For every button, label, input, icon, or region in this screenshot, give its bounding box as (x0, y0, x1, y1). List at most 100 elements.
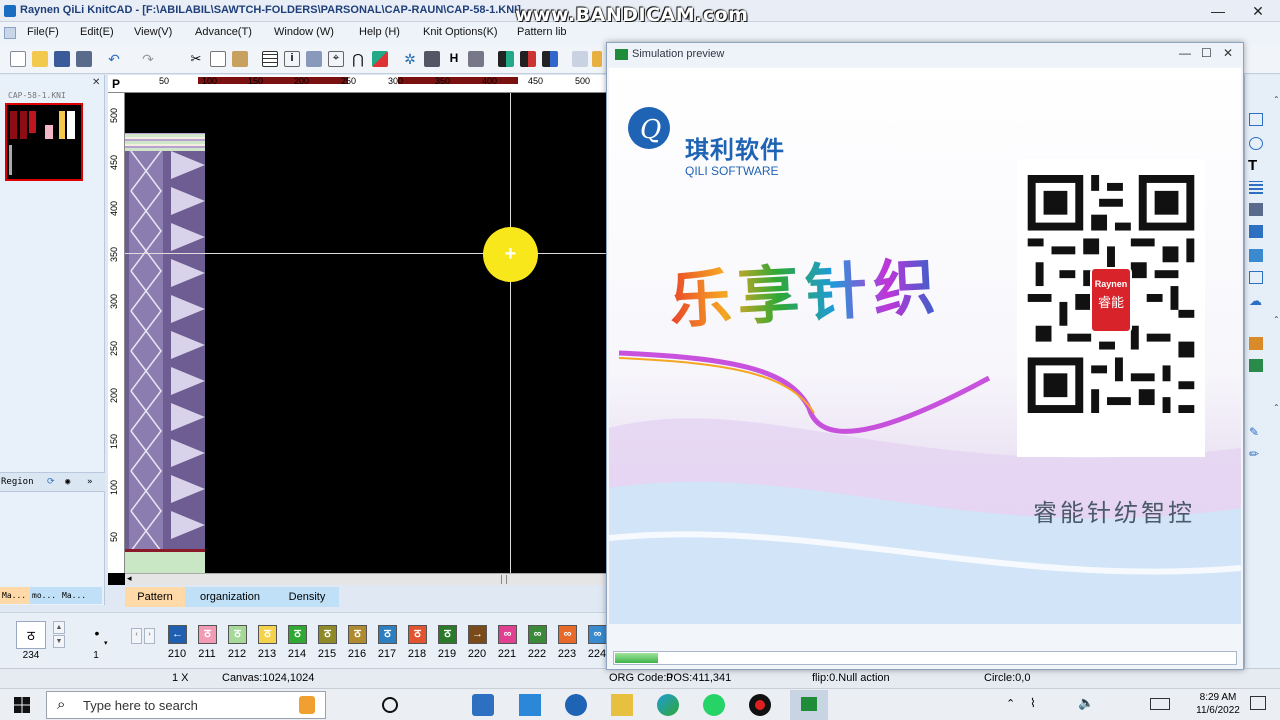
dialog-close-button[interactable]: ✕ (1223, 46, 1233, 60)
info-icon[interactable]: i (284, 51, 300, 67)
dialog-maximize-button[interactable]: ☐ (1201, 46, 1212, 60)
grid-icon[interactable] (262, 51, 278, 67)
stitch-swatch-211[interactable]: ठ (198, 625, 217, 644)
document-icon[interactable] (4, 27, 16, 39)
palette-tool-icon[interactable] (1249, 337, 1263, 350)
tab-organization[interactable]: organization (185, 587, 275, 607)
new-file-icon[interactable] (10, 51, 26, 67)
undo-icon[interactable]: ↶ (106, 51, 122, 67)
layer-red-icon[interactable] (520, 51, 536, 67)
windows-start-icon[interactable] (14, 697, 30, 713)
menu-knit-options[interactable]: Knit Options(K) (423, 26, 498, 38)
stitch-swatch-224[interactable]: ∞ (588, 625, 607, 644)
whatsapp-icon[interactable] (703, 694, 725, 716)
measure-icon[interactable] (306, 51, 322, 67)
pattern-thumbnail[interactable] (5, 103, 83, 181)
stitch-swatch-220[interactable]: → (468, 625, 487, 644)
dialog-title-bar[interactable]: Simulation preview — ☐ ✕ (607, 43, 1243, 67)
menu-edit[interactable]: Edit(E) (80, 26, 114, 38)
store-icon[interactable] (472, 694, 494, 716)
network-icon[interactable]: ⌇ (1030, 696, 1036, 710)
left-tab-1[interactable]: Ma... (0, 587, 30, 604)
document-tool-icon[interactable] (572, 51, 588, 67)
fill-tool-icon[interactable] (1249, 203, 1263, 216)
pick-tool-icon[interactable]: ✎ (1249, 425, 1263, 439)
palette-prev-icon[interactable]: ‹ (131, 628, 142, 644)
menu-view[interactable]: View(V) (134, 26, 172, 38)
current-stitch-swatch[interactable]: ठ (16, 621, 46, 649)
knitcad-taskbar-icon[interactable] (790, 690, 828, 720)
mail-icon[interactable] (519, 694, 541, 716)
stitch-swatch-218[interactable]: ठ (408, 625, 427, 644)
mirror-tool-icon[interactable] (1249, 225, 1263, 238)
volume-icon[interactable]: 🔈 (1078, 695, 1094, 711)
stitch-swatch-219[interactable]: ठ (438, 625, 457, 644)
stitch-swatch-222[interactable]: ∞ (528, 625, 547, 644)
stitch-swatch-210[interactable]: ← (168, 625, 187, 644)
minimize-button[interactable]: — (1198, 0, 1238, 22)
arch-icon[interactable]: ⋂ (350, 51, 366, 67)
lasso-tool-icon[interactable]: ☁ (1249, 293, 1263, 308)
left-tab-2[interactable]: mo... (30, 587, 60, 604)
layer-icon[interactable] (498, 51, 514, 67)
tray-chevron-icon[interactable]: ⌃ (1006, 697, 1015, 710)
rotate-icon[interactable] (424, 51, 440, 67)
dialog-minimize-button[interactable]: — (1179, 46, 1191, 60)
h-tool-icon[interactable]: H (446, 51, 462, 67)
menu-window[interactable]: Window (W) (274, 26, 334, 38)
stitch-swatch-214[interactable]: ठ (288, 625, 307, 644)
stitch-swatch-223[interactable]: ∞ (558, 625, 577, 644)
color-tool-icon[interactable] (372, 51, 388, 67)
collapse-arrow-icon-2[interactable]: ⌃ (1273, 315, 1280, 324)
qili-app-icon[interactable] (565, 694, 587, 716)
stitch-swatch-212[interactable]: ठ (228, 625, 247, 644)
save-all-icon[interactable] (76, 51, 92, 67)
stitch-swatch-216[interactable]: ठ (348, 625, 367, 644)
collapse-arrow-icon-3[interactable]: ⌃ (1273, 403, 1280, 412)
text-tool-icon[interactable]: T (1248, 157, 1262, 174)
lock-icon[interactable] (468, 51, 484, 67)
save-icon[interactable] (54, 51, 70, 67)
horizontal-scrollbar[interactable]: ◂ (125, 573, 606, 585)
close-panel-icon[interactable]: ✕ (92, 77, 100, 88)
left-tab-3[interactable]: Ma... (60, 587, 102, 604)
menu-file[interactable]: File(F) (27, 26, 59, 38)
ellipse-tool-icon[interactable] (1249, 137, 1263, 150)
spin-up-icon[interactable]: ▲ (53, 621, 65, 634)
tab-density[interactable]: Density (275, 587, 339, 607)
palette-next-icon[interactable]: › (144, 628, 155, 644)
stitch-swatch-217[interactable]: ठ (378, 625, 397, 644)
pen-tool-icon[interactable]: ✏ (1249, 447, 1263, 461)
copy-icon[interactable] (210, 51, 226, 67)
open-folder-icon[interactable] (32, 51, 48, 67)
refresh-icon[interactable]: ⟳ (47, 477, 55, 487)
layer-blue-icon[interactable] (542, 51, 558, 67)
menu-help[interactable]: Help (H) (359, 26, 400, 38)
keyboard-icon[interactable] (1150, 698, 1170, 710)
menu-pattern-lib[interactable]: Pattern lib (517, 26, 567, 38)
close-window-button[interactable]: ✕ (1238, 0, 1278, 22)
frame-tool-icon[interactable] (1249, 271, 1263, 284)
dropdown-icon[interactable]: ▾ (104, 639, 108, 647)
spin-down-icon[interactable]: ▼ (53, 635, 65, 648)
system-clock[interactable]: 8:29 AM 11/6/2022 (1194, 691, 1242, 717)
taskbar-search-box[interactable]: ⌕ Type here to search (46, 691, 326, 719)
menu-advance[interactable]: Advance(T) (195, 26, 252, 38)
redo-icon[interactable]: ↷ (140, 51, 156, 67)
lines-tool-icon[interactable] (1249, 181, 1263, 194)
rectangle-tool-icon[interactable] (1249, 113, 1263, 126)
gear-icon[interactable]: ✲ (402, 51, 418, 67)
stitch-swatch-213[interactable]: ठ (258, 625, 277, 644)
stitch-swatch-221[interactable]: ∞ (498, 625, 517, 644)
pattern-tool-icon[interactable] (1249, 359, 1263, 372)
stitch-swatch-215[interactable]: ठ (318, 625, 337, 644)
edge-icon[interactable] (657, 694, 679, 716)
select-tool-icon[interactable] (1249, 249, 1263, 262)
tab-pattern[interactable]: Pattern (125, 587, 185, 607)
explorer-icon[interactable] (611, 694, 633, 716)
record-icon[interactable] (749, 694, 771, 716)
collapse-arrow-icon[interactable]: ⌃ (1273, 95, 1280, 104)
scroll-grip[interactable] (501, 575, 507, 584)
scroll-left-icon[interactable]: ◂ (127, 573, 132, 584)
cortana-icon[interactable] (382, 697, 398, 713)
